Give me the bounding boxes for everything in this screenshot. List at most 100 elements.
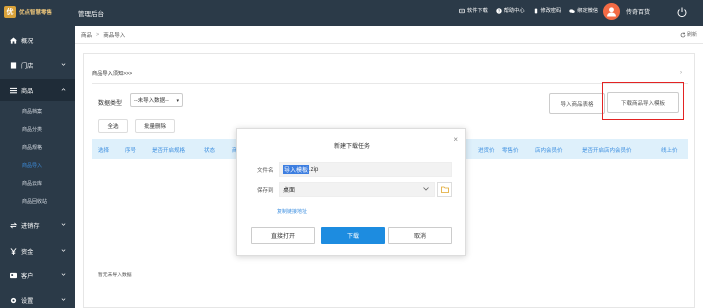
sidebar-item-funds[interactable]: 资金 [0,240,75,262]
refresh-button[interactable]: 刷新 [680,31,697,38]
sidebar-item-label: 概况 [21,37,34,45]
chevron-down-icon [61,273,66,276]
filename-field[interactable]: 导入模板 .zip [279,162,452,177]
open-directly-button[interactable]: 直接打开 [251,227,315,244]
download-button[interactable]: 下载 [321,227,385,244]
power-icon[interactable] [676,6,688,18]
highlight-annotation [602,82,684,120]
sidebar-item-label: 商品 [21,87,34,95]
copy-link-button[interactable]: 复制链接地址 [277,208,307,215]
column-header: 选择 [98,148,110,154]
user-name: 传奇百货 [626,10,651,16]
user-icon [607,7,616,17]
store-icon [9,61,17,69]
column-header: 是否开启店内会员价 [582,148,632,154]
column-header: 是否开启规格 [152,148,186,154]
change-password-label: 修改密码 [540,8,562,14]
folder-browse-button[interactable] [437,182,452,197]
wechat-icon [569,8,575,13]
bind-wechat-link[interactable]: 绑定微信 [569,7,598,14]
sidebar-item-store[interactable]: 门店 [0,54,75,76]
user-menu[interactable]: 传奇百货 [603,3,650,20]
breadcrumb-current: 商品导入 [103,32,126,39]
home-icon [9,36,17,44]
sidebar-item-label: 进销存 [21,222,40,230]
software-download-label: 软件下载 [467,8,488,14]
sidebar-item-label: 资金 [21,248,34,256]
filename-label: 文件名 [257,168,274,174]
exchange-icon [9,221,17,229]
breadcrumb: 商品 > 商品导入 刷新 [75,26,703,44]
column-header: 店内会员价 [535,148,563,154]
close-icon[interactable]: × [453,135,458,144]
chevron-down-icon [61,298,66,301]
bind-wechat-label: 绑定微信 [577,8,599,14]
sidebar: 概况 门店 商品 商品档案 商品分类 商品规格 商品导入 商品云库 商品回收站 … [0,26,75,308]
folder-icon [440,186,449,193]
breadcrumb-separator: > [96,31,100,38]
top-bar: 优 优点智慧零售 管理后台 软件下载 ? 帮助中心 修改密码 绑定微信 传奇百货 [0,0,703,26]
filename-ext: .zip [309,166,319,173]
breadcrumb-root[interactable]: 商品 [81,31,92,39]
column-header: 序号 [125,148,137,154]
chevron-right-icon[interactable]: › [680,70,682,76]
submenu-product-spec[interactable]: 商品规格 [0,141,75,154]
submenu-product-archive[interactable]: 商品档案 [0,105,75,118]
help-center-label: 帮助中心 [503,8,525,14]
data-type-select[interactable]: --未导入数据-- ▾ [130,93,183,107]
chevron-down-icon [423,187,429,191]
column-header: 状态 [204,148,216,154]
gear-icon [9,296,17,304]
lock-icon [534,8,537,13]
filename-selected: 导入模板 [283,165,310,174]
app-root: 优 优点智慧零售 管理后台 软件下载 ? 帮助中心 修改密码 绑定微信 传奇百货… [0,0,703,308]
select-all-button[interactable]: 全选 [98,119,128,133]
yen-icon [9,247,17,255]
change-password-link[interactable]: 修改密码 [533,7,562,14]
data-type-value: --未导入数据-- [134,98,169,104]
savepath-value: 桌面 [283,188,296,194]
column-header: 线上价 [661,148,678,154]
submenu-product-category[interactable]: 商品分类 [0,123,75,136]
cancel-button[interactable]: 取消 [388,227,452,244]
download-dialog: 新建下载任务 × 文件名 导入模板 .zip 保存到 桌面 复制链接地址 直接打开… [236,128,466,256]
submenu-product-cloud[interactable]: 商品云库 [0,177,75,190]
sidebar-item-customers[interactable]: 客户 [0,264,75,286]
caret-down-icon: ▾ [176,98,179,104]
sidebar-item-settings[interactable]: 设置 [0,289,75,308]
brand-logo[interactable]: 优 优点智慧零售 [4,5,64,19]
empty-state-text: 暂无未导入数据 [98,273,132,278]
batch-delete-button[interactable]: 批量删除 [135,119,175,133]
sidebar-item-label: 客户 [21,272,34,280]
refresh-icon [680,32,686,37]
sidebar-item-overview[interactable]: 概况 [0,29,75,51]
refresh-label: 刷新 [686,32,697,38]
submenu-product-recycle[interactable]: 商品回收站 [0,195,75,208]
import-table-button[interactable]: 导入商品表格 [549,93,605,114]
chevron-down-icon [61,249,66,252]
software-download-link[interactable]: 软件下载 [459,7,488,14]
brand-name: 优点智慧零售 [19,10,53,16]
app-title: 管理后台 [78,11,104,18]
chevron-up-icon [61,88,66,91]
sidebar-item-label: 设置 [21,297,34,305]
customer-icon [9,271,17,279]
sidebar-item-label: 门店 [21,62,34,70]
logo-mark-icon: 优 [4,6,16,18]
download-icon [459,8,465,13]
savepath-label: 保存到 [257,188,274,194]
savepath-select[interactable]: 桌面 [279,182,435,197]
submenu-product-import[interactable]: 商品导入 [0,159,75,172]
sidebar-item-inventory[interactable]: 进销存 [0,214,75,236]
avatar [603,3,620,20]
import-notice-link[interactable]: 商品导入须知>>> [92,70,132,77]
data-type-label: 数据类型 [98,101,123,107]
help-center-link[interactable]: ? 帮助中心 [496,7,525,14]
column-header: 零售价 [502,148,519,154]
column-header: 进货价 [478,148,495,154]
help-icon: ? [496,7,502,14]
chevron-down-icon [61,63,66,66]
divider [92,83,688,84]
sidebar-item-products[interactable]: 商品 [0,79,75,101]
dialog-title: 新建下载任务 [333,144,370,150]
